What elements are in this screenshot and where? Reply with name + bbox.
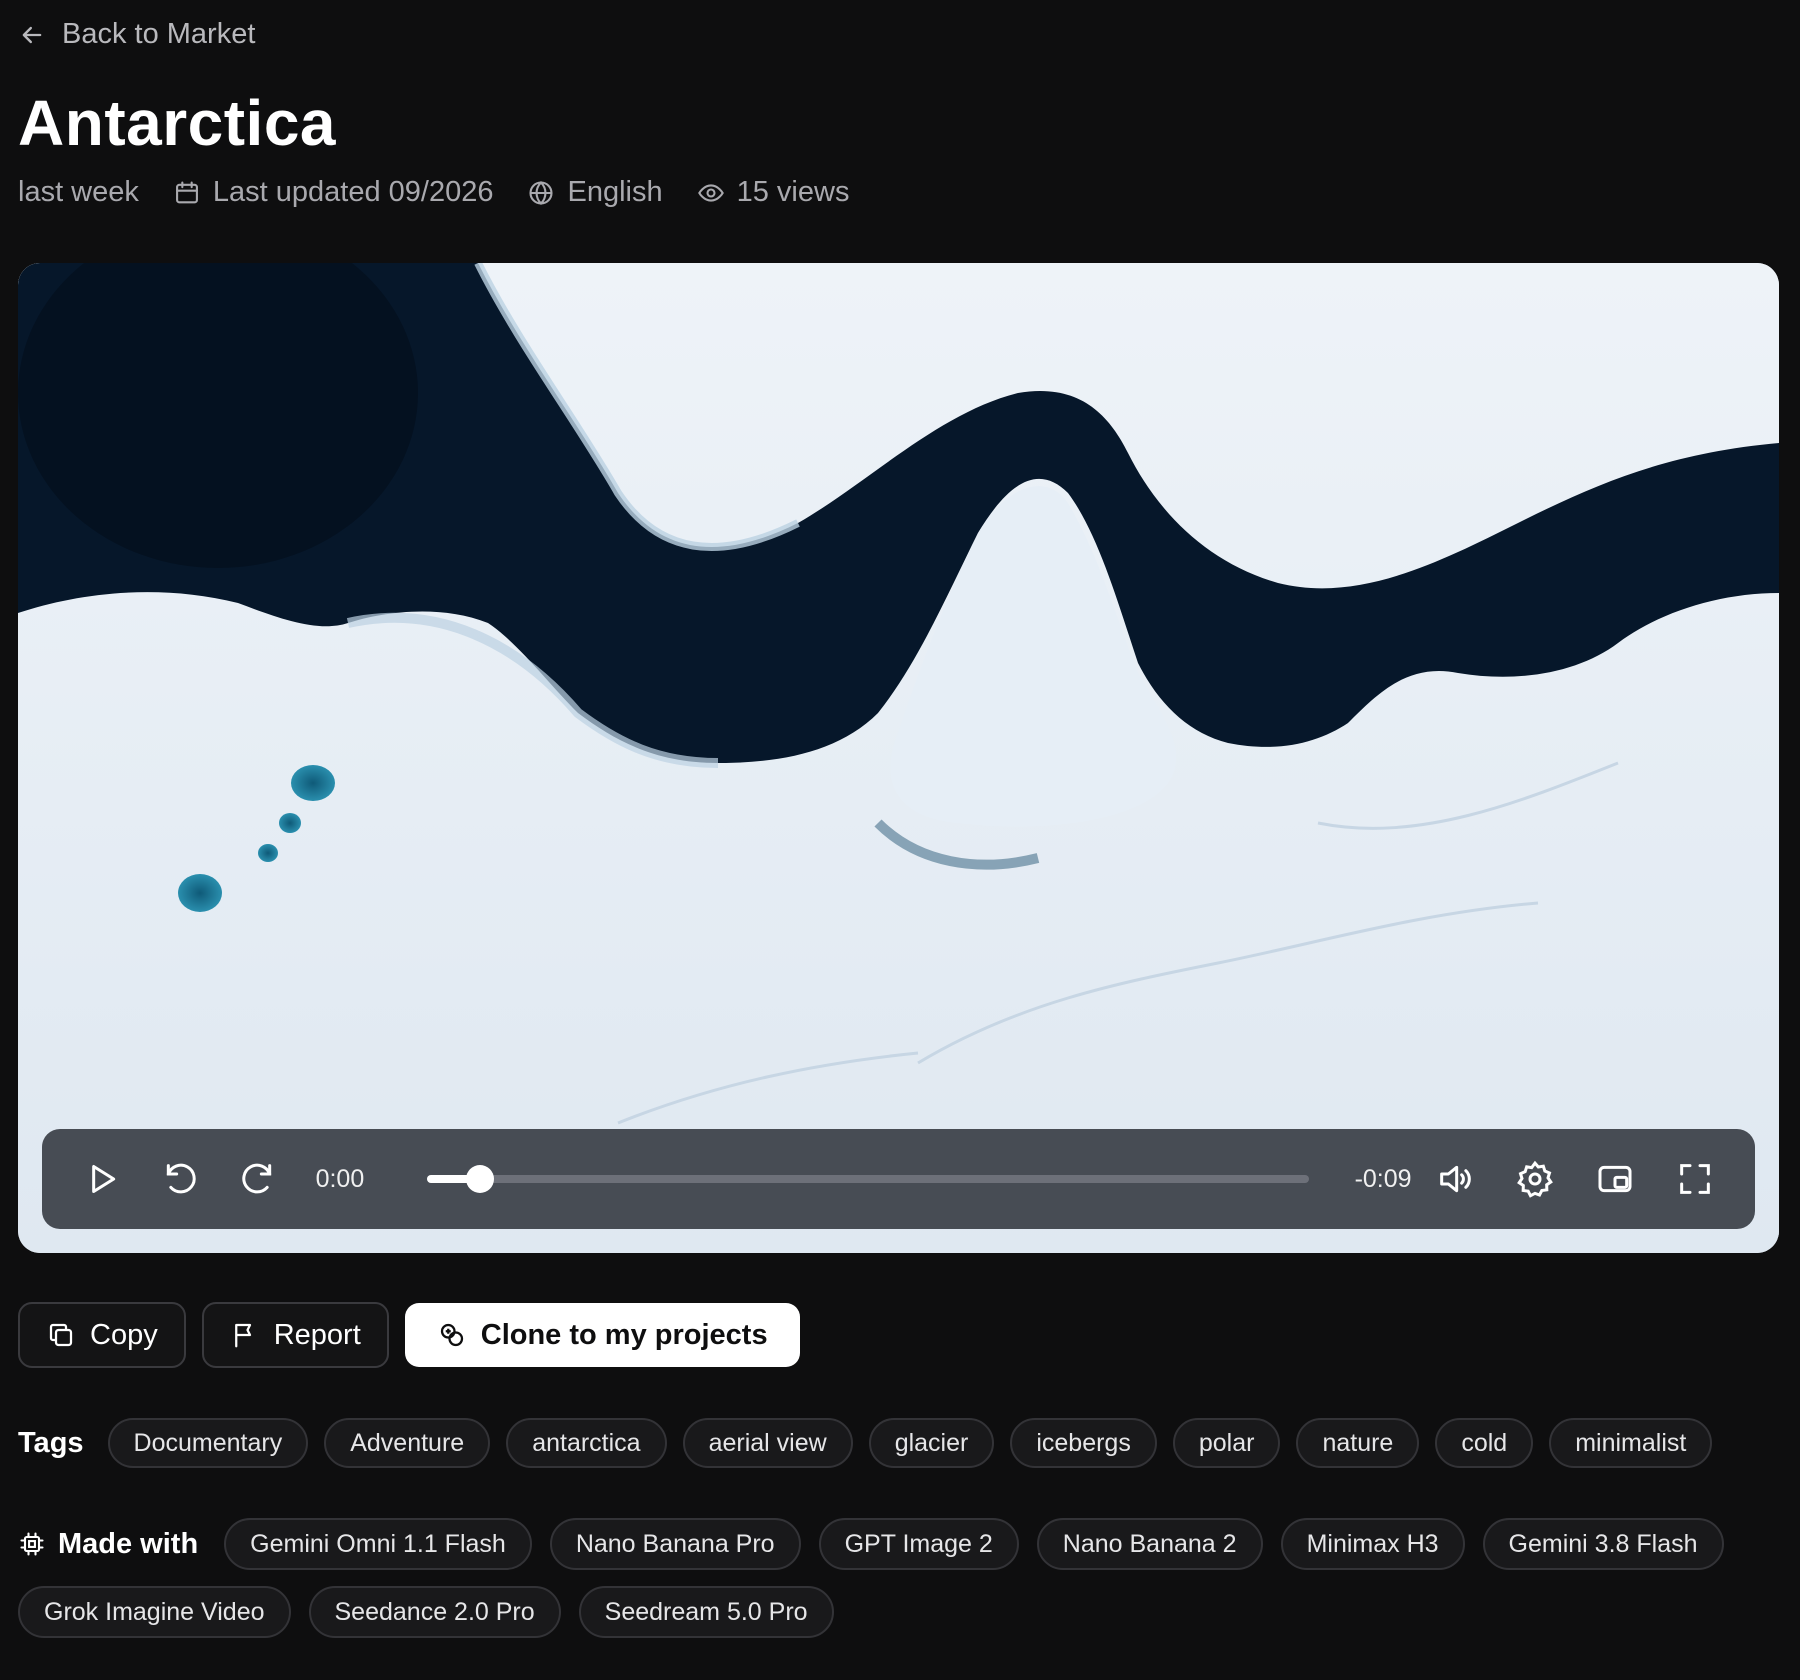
tag-chip[interactable]: polar [1172,1418,1281,1468]
tag-chip[interactable]: aerial view [682,1418,853,1468]
calendar-icon [175,180,198,203]
last-updated: Last updated 09/2026 [173,176,494,209]
model-chip[interactable]: Gemini Omni 1.1 Flash [224,1518,532,1570]
model-chip[interactable]: Seedream 5.0 Pro [578,1586,834,1638]
tag-chip[interactable]: antarctica [506,1418,667,1468]
settings-button[interactable] [1513,1157,1557,1201]
report-button[interactable]: Report [201,1302,389,1368]
rewind-icon [166,1163,196,1194]
picture-in-picture-button[interactable] [1593,1157,1637,1201]
arrow-left-icon [22,26,42,43]
play-icon [92,1165,116,1193]
video-controls: 0:00 -0:09 [42,1129,1755,1229]
copy-button[interactable]: Copy [18,1302,186,1368]
tag-chip[interactable]: icebergs [1010,1418,1157,1468]
action-bar: Copy Report Clone to my projects [18,1302,800,1368]
play-button[interactable] [80,1157,124,1201]
model-chip[interactable]: Seedance 2.0 Pro [308,1586,561,1638]
volume-button[interactable] [1434,1157,1478,1201]
forward-icon [241,1163,271,1194]
posted-label: last week [18,176,139,208]
tag-chip[interactable]: minimalist [1549,1418,1713,1468]
clone-to-projects-button[interactable]: Clone to my projects [404,1303,800,1367]
copy-icon [49,1323,73,1347]
model-chip[interactable]: Nano Banana 2 [1036,1518,1263,1570]
market-item-page: Back to Market Antarctica last week Last… [0,0,1800,1680]
current-time: 0:00 [315,1164,365,1193]
tag-chip[interactable]: nature [1296,1418,1420,1468]
model-chip[interactable]: Nano Banana Pro [549,1518,801,1570]
tags-label: Tags [18,1426,84,1459]
tag-chip[interactable]: Documentary [107,1418,309,1468]
video-player[interactable]: 0:00 -0:09 [18,263,1779,1253]
language: English [527,176,663,209]
tag-chip[interactable]: Adventure [324,1418,491,1468]
tags-section: Tags Documentary Adventure antarctica ae… [18,1418,1713,1468]
gear-icon [1517,1160,1554,1198]
made-with-section: Made with Gemini Omni 1.1 Flash Nano Ban… [18,1518,1758,1638]
flag-icon [234,1323,251,1348]
fullscreen-button[interactable] [1673,1157,1717,1201]
copy-button-label: Copy [90,1318,158,1351]
meta-row: last week Last updated 09/2026 English 1… [18,176,849,209]
progress-bar[interactable] [427,1165,1309,1193]
model-chip[interactable]: Minimax H3 [1280,1518,1465,1570]
picture-in-picture-icon [1598,1165,1632,1193]
made-with-label: Made with [58,1527,199,1560]
page-title: Antarctica [18,87,336,159]
volume-icon [1440,1165,1472,1193]
made-with-heading: Made with [18,1528,198,1561]
clone-button-label: Clone to my projects [480,1318,768,1351]
view-count: 15 views [697,176,850,209]
progress-thumb[interactable] [466,1165,495,1193]
tag-chip[interactable]: glacier [868,1418,995,1468]
posted-date: last week [18,176,139,209]
report-button-label: Report [273,1318,361,1351]
fullscreen-icon [1680,1164,1710,1194]
last-updated-label: Last updated 09/2026 [212,176,494,208]
video-frame [18,263,1779,1253]
model-chip[interactable]: Gemini 3.8 Flash [1482,1518,1724,1570]
model-chip[interactable]: GPT Image 2 [818,1518,1019,1570]
chip-icon [20,1532,44,1556]
forward-10-button[interactable] [236,1157,280,1201]
globe-icon [529,180,554,205]
clone-icon [440,1323,463,1347]
language-label: English [567,176,663,208]
tag-chip[interactable]: cold [1435,1418,1534,1468]
eye-icon [697,183,724,202]
remaining-time: -0:09 [1354,1164,1412,1193]
back-to-market-link[interactable]: Back to Market [18,18,255,51]
model-chip[interactable]: Grok Imagine Video [18,1586,291,1638]
view-count-label: 15 views [736,176,850,208]
back-link-label: Back to Market [62,18,256,50]
rewind-10-button[interactable] [158,1157,202,1201]
